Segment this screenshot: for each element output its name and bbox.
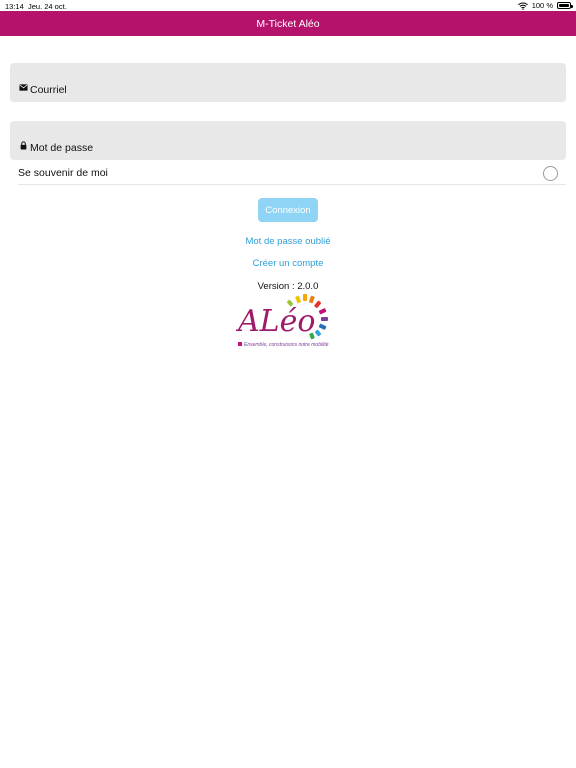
password-input[interactable]	[30, 142, 550, 154]
logo-tagline: Ensemble, construisons notre mobilité	[244, 342, 329, 348]
email-field[interactable]	[10, 63, 566, 102]
status-time: 13:14	[5, 2, 24, 11]
aleo-logo: ALéo Ensemble, construisons notre mobili…	[236, 294, 329, 348]
create-account-link[interactable]: Créer un compte	[0, 258, 576, 269]
wifi-icon	[517, 2, 528, 10]
forgot-password-link[interactable]: Mot de passe oublié	[0, 236, 576, 247]
email-input[interactable]	[30, 84, 550, 96]
status-right: 100 %	[517, 1, 573, 10]
page-title: M-Ticket Aléo	[256, 17, 320, 30]
envelope-icon	[19, 84, 28, 91]
battery-icon	[557, 2, 573, 9]
lock-icon	[20, 141, 27, 150]
battery-level	[559, 4, 569, 7]
logo-brand-text: ALéo	[236, 304, 315, 339]
nav-bar: M-Ticket Aléo	[0, 11, 576, 36]
remember-me-toggle[interactable]	[543, 165, 558, 181]
battery-percentage: 100 %	[531, 1, 553, 10]
status-date: Jeu. 24 oct.	[28, 2, 67, 11]
remember-me-row[interactable]: Se souvenir de moi	[18, 162, 566, 185]
remember-me-label: Se souvenir de moi	[18, 167, 108, 179]
login-button[interactable]: Connexion	[258, 198, 318, 222]
password-field[interactable]	[10, 121, 566, 160]
